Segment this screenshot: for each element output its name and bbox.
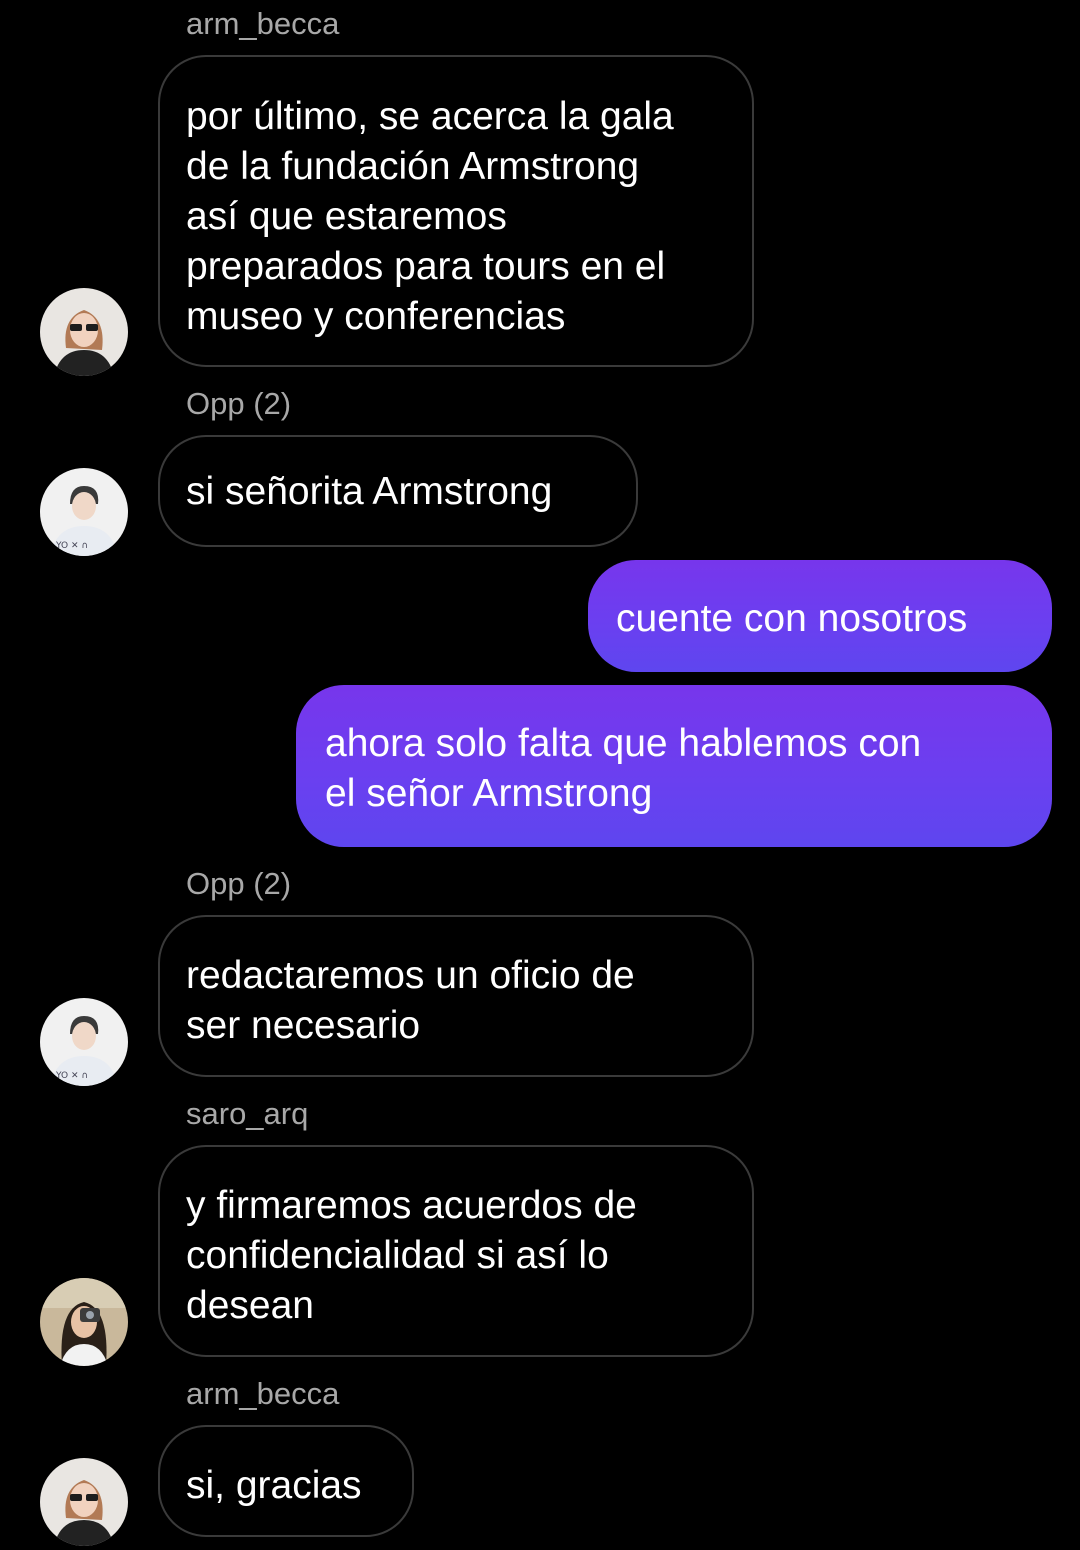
message-text: si señorita Armstrong [186, 470, 553, 513]
svg-text:YO ✕ ∩: YO ✕ ∩ [55, 541, 88, 551]
sender-name: arm_becca [186, 6, 340, 41]
sender-name: saro_arq [186, 1096, 309, 1131]
profile-photo-icon: YO ✕ ∩ [40, 998, 128, 1086]
incoming-message-bubble[interactable]: por último, se acerca la gala de la fund… [158, 55, 754, 367]
sender-name: arm_becca [186, 1376, 340, 1411]
profile-photo-icon: YO ✕ ∩ [40, 468, 128, 556]
sender-name: Opp (2) [186, 866, 292, 901]
outgoing-message-bubble[interactable]: ahora solo falta que hablemos con el señ… [296, 685, 1052, 847]
incoming-message-bubble[interactable]: si señorita Armstrong [158, 435, 638, 547]
message-text: redactaremos un oficio de ser necesario [186, 954, 635, 1047]
sender-name: Opp (2) [186, 386, 292, 421]
avatar-opp[interactable]: YO ✕ ∩ [40, 468, 128, 556]
message-text: por último, se acerca la gala de la fund… [186, 95, 674, 338]
incoming-message-bubble[interactable]: y firmaremos acuerdos de confidencialida… [158, 1145, 754, 1357]
message-text: y firmaremos acuerdos de confidencialida… [186, 1184, 637, 1327]
profile-photo-icon [40, 288, 128, 376]
chat-screen: { "colors": { "background": "#000000", "… [0, 0, 1080, 1550]
message-text: cuente con nosotros [616, 597, 968, 640]
avatar-arm-becca[interactable] [40, 1458, 128, 1546]
incoming-message-bubble[interactable]: redactaremos un oficio de ser necesario [158, 915, 754, 1077]
profile-photo-icon [40, 1458, 128, 1546]
outgoing-message-bubble[interactable]: cuente con nosotros [588, 560, 1052, 672]
avatar-arm-becca[interactable] [40, 288, 128, 376]
profile-photo-icon [40, 1278, 128, 1366]
avatar-saro-arq[interactable] [40, 1278, 128, 1366]
avatar-opp[interactable]: YO ✕ ∩ [40, 998, 128, 1086]
svg-text:YO ✕ ∩: YO ✕ ∩ [55, 1071, 88, 1081]
incoming-message-bubble[interactable]: si, gracias [158, 1425, 414, 1537]
message-text: si, gracias [186, 1464, 362, 1507]
message-text: ahora solo falta que hablemos con el señ… [325, 722, 922, 815]
